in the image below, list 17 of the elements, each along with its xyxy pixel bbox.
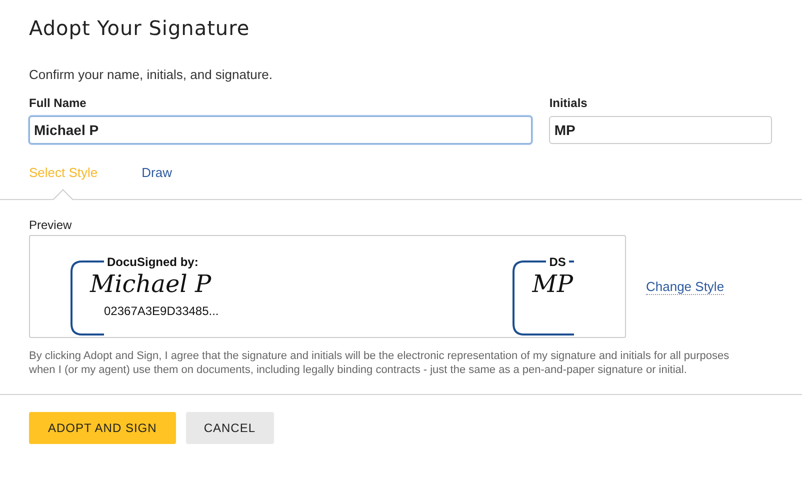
disclaimer-text: By clicking Adopt and Sign, I agree that the signature and initials will be the electronic representation of my signature and initials for all purposes when I (or my agent) use them on documents, including legally binding contracts - just the same as a pen-and-paper signature or initial. [29,349,730,377]
stamp-header: DS [546,254,569,268]
change-style-link[interactable]: Change Style [646,278,724,294]
field-label: Initials [549,96,588,110]
field-label: Full Name [29,96,88,110]
signature-script: Michael P [90,270,212,298]
text-field[interactable]: Michael P [29,116,532,144]
cancel-button[interactable]: CANCEL [186,412,274,444]
preview-label: Preview [29,218,73,232]
signature-id: 02367A3E9D33485... [103,304,219,318]
adopt-button[interactable]: ADOPT AND SIGN [29,412,176,444]
dialog-title: Adopt Your Signature [29,16,251,40]
tab[interactable]: Draw [142,164,172,180]
instructions-text: Confirm your name, initials, and signature. [29,67,274,82]
initials-script: MP [532,270,573,298]
bracket-icon [512,260,574,336]
text-field[interactable]: MP [549,116,772,144]
